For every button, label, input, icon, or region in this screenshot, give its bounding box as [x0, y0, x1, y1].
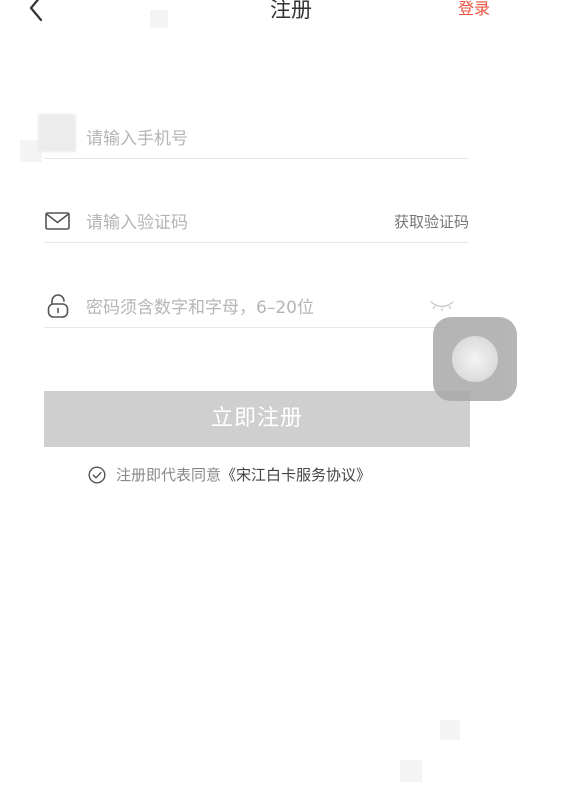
phone-input[interactable]: [84, 124, 388, 154]
get-code-button[interactable]: 获取验证码: [394, 211, 469, 232]
lock-icon: [47, 294, 69, 318]
register-button[interactable]: 立即注册: [44, 391, 470, 447]
code-field-row: 获取验证码: [44, 202, 469, 243]
register-page: 注册 登录 获取验证码 立即注册: [0, 0, 582, 792]
agreement-link[interactable]: 《宋江白卡服务协议》: [221, 466, 371, 484]
password-field-row: [44, 287, 469, 328]
watermark: [400, 760, 422, 782]
assistive-touch-button[interactable]: [433, 317, 517, 401]
code-input[interactable]: [84, 208, 388, 238]
password-input[interactable]: [84, 293, 388, 323]
nav-header: 注册 登录: [0, 0, 582, 28]
agreement-prefix: 注册即代表同意: [116, 466, 222, 484]
phone-icon: [38, 114, 76, 152]
phone-field-row: [38, 114, 469, 159]
agreement-text: 注册即代表同意《宋江白卡服务协议》: [116, 464, 371, 485]
check-circle-icon[interactable]: [88, 466, 106, 484]
assistive-touch-dot: [452, 336, 498, 382]
page-title: 注册: [270, 0, 312, 22]
login-link[interactable]: 登录: [458, 0, 490, 19]
eye-closed-icon[interactable]: [429, 299, 455, 313]
mail-icon: [45, 212, 70, 230]
watermark: [440, 720, 460, 740]
